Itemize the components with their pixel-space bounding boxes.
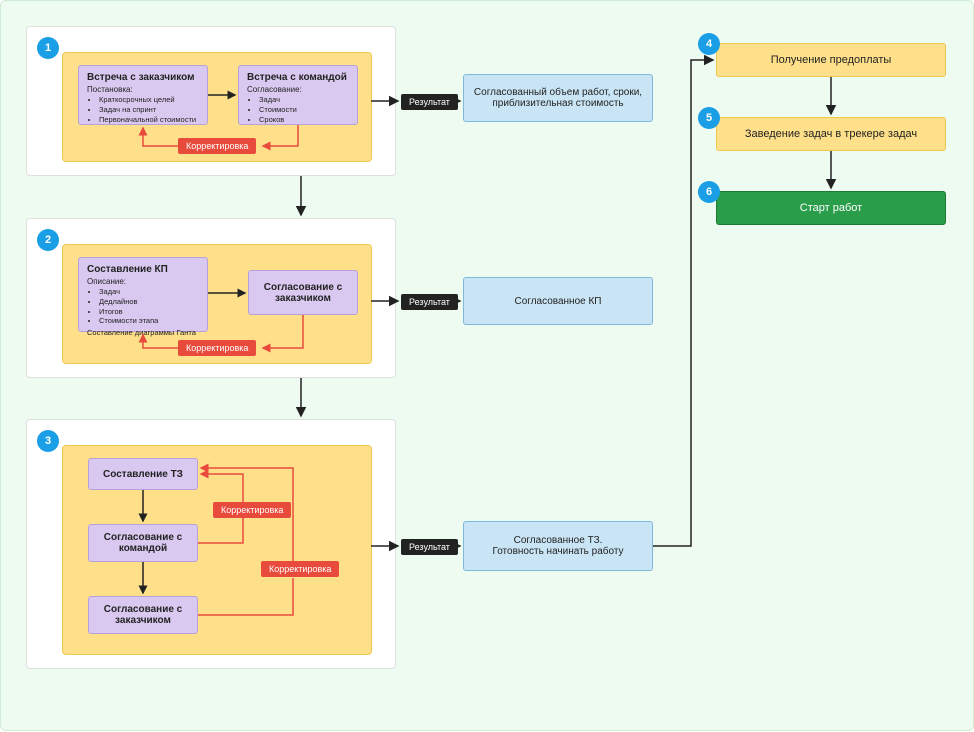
stage-2-box1-list: Задач Дедлайнов Итогов Стоимости этапа <box>87 287 199 326</box>
stage-1-yellow: Встреча с заказчиком Постановка: Краткос… <box>62 52 372 162</box>
stage-2-box1-subtitle: Описание: <box>87 277 199 286</box>
stage-3-correction-2: Корректировка <box>261 561 339 577</box>
step-6: Старт работ <box>716 191 946 225</box>
step-4: Получение предоплаты <box>716 43 946 77</box>
stage-2-box-kp: Составление КП Описание: Задач Дедлайнов… <box>78 257 208 332</box>
stage-3-box-tz: Составление ТЗ <box>88 458 198 490</box>
stage-1-container: 1 Встреча с заказчиком Постановка: Кратк… <box>26 26 396 176</box>
stage-1-box2-title: Встреча с командой <box>247 72 349 83</box>
diagram-canvas: 1 Встреча с заказчиком Постановка: Кратк… <box>0 0 974 731</box>
stage-1-box-team: Встреча с командой Согласование: Задач С… <box>238 65 358 125</box>
stage-3-container: 3 Составление ТЗ Согласование с командой… <box>26 419 396 669</box>
stage-2-result-label: Результат <box>401 294 458 310</box>
stage-3-yellow: Составление ТЗ Согласование с командой С… <box>62 445 372 655</box>
stage-1-box-customer: Встреча с заказчиком Постановка: Краткос… <box>78 65 208 125</box>
stage-3-correction-1: Корректировка <box>213 502 291 518</box>
badge-4: 4 <box>698 33 720 55</box>
stage-3-result: Согласованное ТЗ. Готовность начинать ра… <box>463 521 653 571</box>
stage-3-result-label: Результат <box>401 539 458 555</box>
stage-2-box-approve: Согласование с заказчиком <box>248 270 358 315</box>
stage-2-correction: Корректировка <box>178 340 256 356</box>
stage-2-box1-title: Составление КП <box>87 264 199 275</box>
stage-2-result: Согласованное КП <box>463 277 653 325</box>
stage-1-box1-title: Встреча с заказчиком <box>87 72 199 83</box>
badge-2: 2 <box>37 229 59 251</box>
stage-1-box2-subtitle: Согласование: <box>247 85 349 94</box>
stage-1-box2-list: Задач Стоимости Сроков <box>247 95 349 124</box>
stage-3-box-team: Согласование с командой <box>88 524 198 562</box>
badge-5: 5 <box>698 107 720 129</box>
stage-1-box1-subtitle: Постановка: <box>87 85 199 94</box>
step-5: Заведение задач в трекере задач <box>716 117 946 151</box>
stage-1-result: Согласованный объем работ, сроки, прибли… <box>463 74 653 122</box>
stage-1-box1-list: Краткосрочных целей Задач на спринт Перв… <box>87 95 199 124</box>
badge-1: 1 <box>37 37 59 59</box>
stage-2-box1-footer: Составление диаграммы Ганта <box>87 328 199 337</box>
badge-3: 3 <box>37 430 59 452</box>
badge-6: 6 <box>698 181 720 203</box>
stage-2-yellow: Составление КП Описание: Задач Дедлайнов… <box>62 244 372 364</box>
stage-2-container: 2 Составление КП Описание: Задач Дедлайн… <box>26 218 396 378</box>
stage-3-box-customer: Согласование с заказчиком <box>88 596 198 634</box>
stage-1-result-label: Результат <box>401 94 458 110</box>
stage-1-correction: Корректировка <box>178 138 256 154</box>
